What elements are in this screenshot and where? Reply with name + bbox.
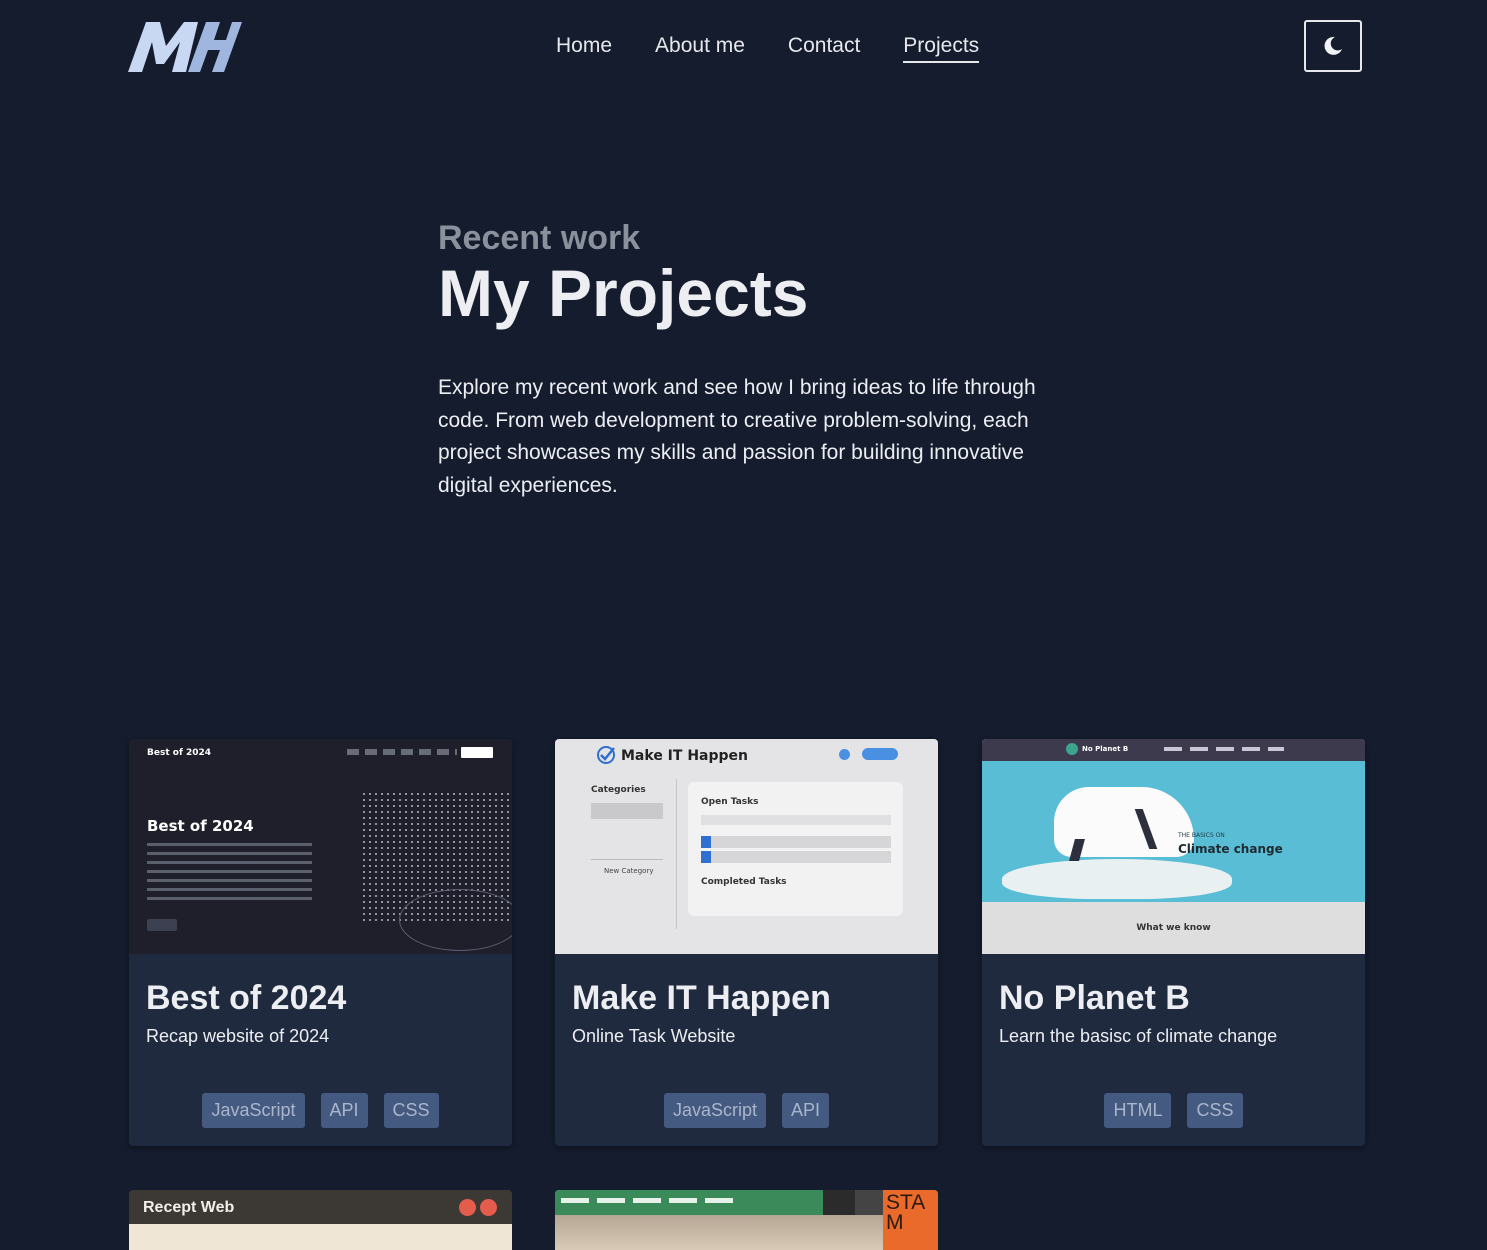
nav-projects[interactable]: Projects [903, 34, 980, 63]
preview-kicker: THE BASICS ON [1178, 832, 1225, 839]
preview-heading: Best of 2024 [147, 817, 254, 835]
logo[interactable] [128, 20, 242, 74]
preview-categories: Categories [591, 785, 646, 795]
moon-icon [1324, 36, 1342, 55]
tag: HTML [1104, 1093, 1172, 1128]
project-card-recept-web[interactable]: Recept Web [129, 1190, 512, 1250]
project-title: Best of 2024 [146, 979, 347, 1017]
check-circle-icon [597, 746, 615, 764]
project-card-stam[interactable]: STAM [555, 1190, 938, 1250]
tag-list: JavaScript API CSS [129, 1093, 512, 1128]
preview-button-icon [459, 1199, 476, 1216]
project-subtitle: Learn the basisc of climate change [999, 1026, 1278, 1046]
project-thumbnail: Make IT Happen Categories New Category O… [555, 739, 938, 954]
tag-list: HTML CSS [982, 1093, 1365, 1128]
project-subtitle: Recap website of 2024 [146, 1026, 330, 1046]
tag-list: JavaScript API [555, 1093, 938, 1128]
tag: JavaScript [202, 1093, 305, 1128]
preview-site-title: Best of 2024 [147, 748, 212, 758]
preview-open-tasks: Open Tasks [701, 797, 759, 807]
project-card-best-of-2024[interactable]: Best of 2024 Best of 2024 Best of 2024 R… [129, 739, 512, 1146]
main-nav: Home About me Contact Projects [556, 34, 980, 63]
preview-site-title: Make IT Happen [621, 748, 748, 764]
preview-badge: STAM [883, 1190, 938, 1250]
hero-description: Explore my recent work and see how I bri… [438, 376, 1036, 497]
project-thumbnail: No Planet B THE BASICS ON Climate change… [982, 739, 1365, 954]
tag: API [320, 1093, 368, 1128]
top-navigation: Home About me Contact Projects [0, 0, 1487, 95]
project-thumbnail: Best of 2024 Best of 2024 [129, 739, 512, 954]
project-title: No Planet B [999, 979, 1190, 1017]
project-title: Make IT Happen [572, 979, 831, 1017]
page-title: My Projects [438, 256, 809, 330]
preview-completed-tasks: Completed Tasks [701, 877, 787, 887]
hero-section: Recent work My Projects Explore my recen… [438, 218, 1078, 523]
project-card-no-planet-b[interactable]: No Planet B THE BASICS ON Climate change… [982, 739, 1365, 1146]
preview-section: What we know [1136, 923, 1211, 933]
tag: JavaScript [663, 1093, 767, 1128]
tag: CSS [383, 1093, 439, 1128]
tag: API [782, 1093, 830, 1128]
preview-headline: Climate change [1178, 842, 1283, 856]
nav-contact[interactable]: Contact [788, 34, 860, 63]
nav-about-me[interactable]: About me [655, 34, 745, 63]
theme-toggle-button[interactable] [1304, 20, 1362, 72]
preview-site-title: No Planet B [1082, 745, 1129, 753]
tag: CSS [1187, 1093, 1243, 1128]
hero-eyebrow: Recent work [438, 219, 641, 257]
project-card-make-it-happen[interactable]: Make IT Happen Categories New Category O… [555, 739, 938, 1146]
preview-moon-icon [480, 1199, 497, 1216]
nav-home[interactable]: Home [556, 34, 612, 63]
project-preview-title: Recept Web [143, 1199, 235, 1216]
project-subtitle: Online Task Website [572, 1026, 736, 1046]
preview-new-category: New Category [604, 867, 654, 875]
